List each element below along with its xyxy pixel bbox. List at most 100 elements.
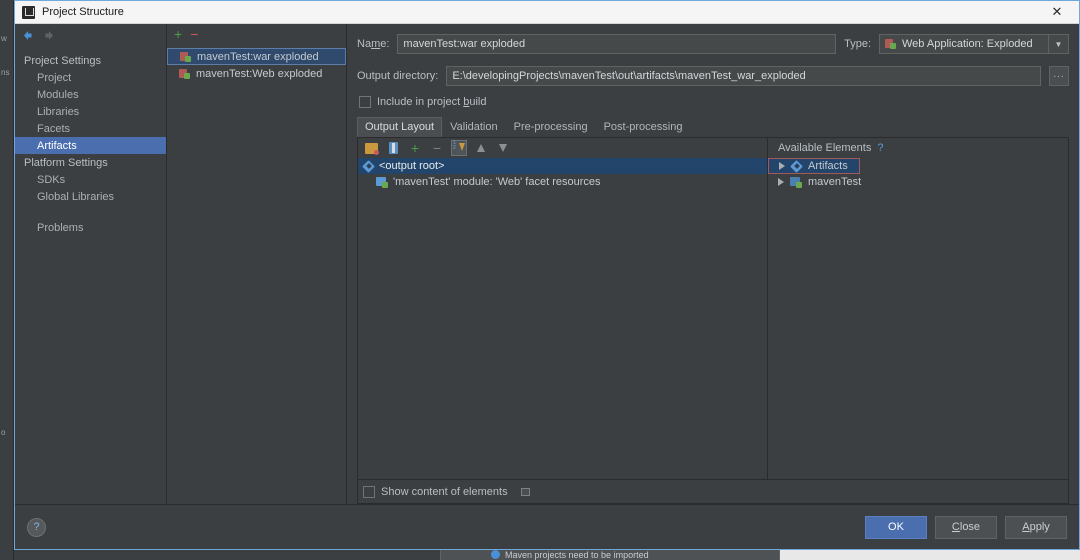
available-elements-pane: Available Elements ? Artifacts mavenTest — [768, 138, 1068, 479]
tab-pre-processing[interactable]: Pre-processing — [506, 117, 596, 137]
type-label: Type: — [844, 38, 871, 50]
close-icon[interactable]: ✕ — [1035, 1, 1079, 23]
sidebar-item-libraries[interactable]: Libraries — [15, 103, 166, 120]
sidebar-group-platform-settings: Platform Settings — [15, 154, 166, 171]
project-structure-dialog: Project Structure ✕ Project Settings Pro… — [14, 0, 1080, 550]
show-content-checkbox[interactable] — [363, 485, 375, 498]
chevron-right-icon[interactable] — [778, 178, 784, 186]
sidebar-item-label: Project — [37, 71, 72, 84]
move-down-icon[interactable] — [495, 140, 511, 156]
tab-output-layout[interactable]: Output Layout — [357, 117, 443, 137]
chevron-down-icon[interactable]: ▼ — [1048, 35, 1068, 53]
type-value-wrap: Web Application: Exploded — [880, 38, 1048, 50]
background-left-strip — [0, 0, 14, 560]
sidebar-item-problems[interactable]: Problems — [15, 219, 166, 236]
dialog-footer: ? OK Close Apply — [15, 505, 1079, 549]
output-directory-label: Output directory: — [357, 70, 439, 82]
tree-row-output-root[interactable]: <output root> — [358, 158, 767, 174]
include-in-build-label[interactable]: Include in project build — [377, 96, 486, 108]
sidebar-item-label: Platform Settings — [24, 156, 108, 169]
sidebar-navigation — [15, 24, 166, 46]
sort-glyph — [453, 141, 465, 154]
sidebar-item-label: Facets — [37, 122, 71, 135]
artifacts-list: mavenTest:war exploded mavenTest:Web exp… — [167, 44, 346, 82]
tree-row-module-facet[interactable]: 'mavenTest' module: 'Web' facet resource… — [358, 174, 767, 190]
artifact-label: mavenTest:war exploded — [197, 50, 319, 63]
add-directory-icon[interactable] — [363, 140, 379, 156]
list-item[interactable]: mavenTest:Web exploded — [167, 65, 346, 82]
remove-icon[interactable]: − — [429, 140, 445, 156]
apply-button[interactable]: Apply — [1005, 515, 1067, 539]
arrow-left-icon[interactable] — [21, 29, 34, 42]
output-layout-editor: + − <output root> — [357, 137, 1069, 504]
output-tabs: Output Layout Validation Pre-processing … — [347, 108, 1079, 137]
chevron-right-icon[interactable] — [779, 162, 785, 170]
close-button[interactable]: Close — [935, 515, 997, 539]
dialog-title: Project Structure — [42, 6, 124, 18]
help-icon[interactable]: ? — [27, 517, 46, 537]
tree-row-label: <output root> — [379, 160, 445, 172]
artifact-label: mavenTest:Web exploded — [196, 67, 323, 80]
type-value: Web Application: Exploded — [902, 38, 1033, 50]
notification-text: Maven projects need to be imported — [505, 549, 649, 560]
sidebar-item-facets[interactable]: Facets — [15, 120, 166, 137]
artifacts-toolbar: + − — [167, 24, 346, 44]
sidebar-item-label: Problems — [37, 221, 84, 234]
sidebar-item-artifacts[interactable]: Artifacts — [15, 137, 166, 154]
maven-icon — [491, 550, 500, 559]
sidebar-item-global-libraries[interactable]: Global Libraries — [15, 188, 166, 205]
arrow-right-icon[interactable] — [43, 29, 56, 42]
available-row-label: Artifacts — [808, 160, 848, 172]
available-elements-help-icon[interactable]: ? — [877, 142, 883, 154]
sidebar-item-modules[interactable]: Modules — [15, 86, 166, 103]
output-tree-pane: + − <output root> — [358, 138, 768, 479]
tree-row-label: 'mavenTest' module: 'Web' facet resource… — [393, 176, 601, 188]
tab-validation[interactable]: Validation — [442, 117, 506, 137]
settings-sidebar: Project Settings Project Modules Librari… — [15, 24, 167, 504]
editor-top: + − <output root> — [358, 138, 1068, 479]
sidebar-item-label: Artifacts — [37, 139, 77, 152]
available-row-artifacts[interactable]: Artifacts — [768, 158, 860, 174]
output-directory-row: Output directory: E:\developingProjects\… — [347, 54, 1079, 86]
artifact-war-icon — [180, 51, 192, 63]
sidebar-item-label: Project Settings — [24, 54, 102, 67]
name-row: Name: mavenTest:war exploded Type: Web A… — [347, 24, 1079, 54]
output-tree-rows: <output root> 'mavenTest' module: 'Web' … — [358, 158, 767, 479]
artifact-type-dropdown[interactable]: Web Application: Exploded ▼ — [879, 34, 1069, 54]
background-label-1: w — [1, 34, 7, 43]
archive-glyph — [388, 142, 398, 154]
available-row-label: mavenTest — [808, 176, 862, 188]
artifacts-node-icon — [791, 161, 802, 172]
add-artifact-button[interactable]: + — [174, 27, 182, 41]
remove-artifact-button[interactable]: − — [190, 27, 198, 41]
output-directory-input[interactable]: E:\developingProjects\mavenTest\out\arti… — [446, 66, 1041, 86]
sidebar-item-label: SDKs — [37, 173, 66, 186]
name-input[interactable]: mavenTest:war exploded — [397, 34, 837, 54]
list-item[interactable]: mavenTest:war exploded — [167, 48, 346, 65]
tab-post-processing[interactable]: Post-processing — [596, 117, 691, 137]
available-row-maventest[interactable]: mavenTest — [768, 174, 1068, 190]
include-in-build-row: Include in project build — [347, 86, 1079, 108]
sidebar-item-label: Modules — [37, 88, 79, 101]
output-root-icon — [363, 161, 374, 172]
sidebar-item-sdks[interactable]: SDKs — [15, 171, 166, 188]
include-in-build-checkbox[interactable] — [359, 96, 371, 108]
module-node-icon — [790, 176, 802, 188]
content-size-indicator — [520, 487, 530, 496]
name-label: Name: — [357, 38, 390, 50]
add-archive-icon[interactable] — [385, 140, 401, 156]
show-content-label[interactable]: Show content of elements — [381, 486, 508, 498]
sidebar-item-label: Global Libraries — [37, 190, 115, 203]
sort-icon[interactable] — [451, 140, 467, 156]
ok-button[interactable]: OK — [865, 515, 927, 539]
sidebar-item-project[interactable]: Project — [15, 69, 166, 86]
artifacts-list-panel: + − mavenTest:war exploded mavenTest:Web… — [167, 24, 347, 504]
browse-directory-button[interactable]: ... — [1049, 66, 1069, 86]
editor-footer: Show content of elements — [358, 479, 1068, 503]
move-up-icon[interactable] — [473, 140, 489, 156]
sidebar-item-label: Libraries — [37, 105, 80, 118]
add-copy-icon[interactable]: + — [407, 140, 423, 156]
arrow-up-glyph — [477, 144, 485, 152]
folder-add-glyph — [364, 142, 379, 155]
